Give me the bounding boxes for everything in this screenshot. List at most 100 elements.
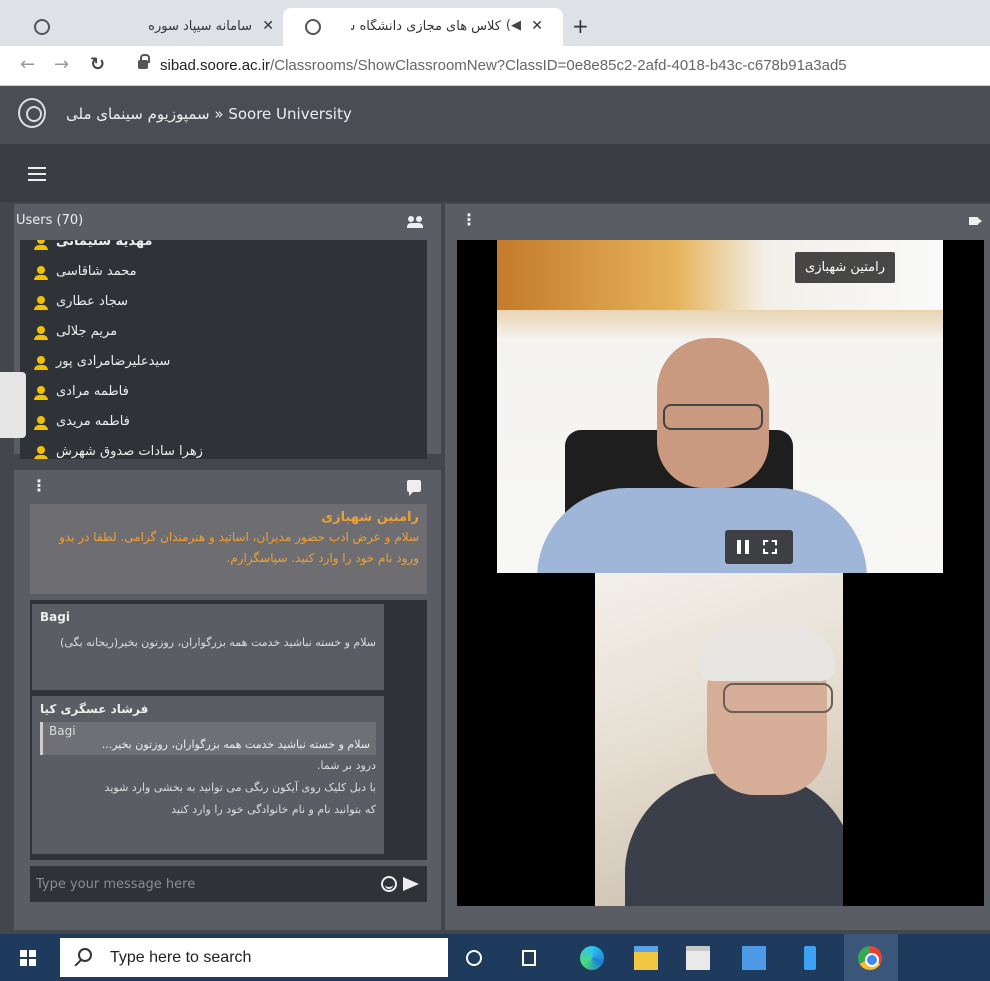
user-row[interactable]: مریم جلالی	[20, 318, 427, 348]
user-icon	[34, 356, 48, 370]
url-host: sibad.soore.ac.ir	[160, 57, 271, 74]
video-menu-icon[interactable]: ⋮	[461, 210, 477, 229]
user-icon	[34, 326, 48, 340]
reload-icon[interactable]: ↻	[90, 54, 105, 75]
chat-bubble-icon[interactable]	[407, 480, 421, 496]
participant-video[interactable]	[595, 573, 843, 906]
file-explorer-icon[interactable]	[634, 946, 658, 970]
chrome-icon[interactable]	[858, 946, 882, 970]
user-row[interactable]: مهدیه سلیمانی	[20, 240, 427, 258]
pinned-author: رامتین شهبازی	[321, 510, 419, 525]
user-icon	[34, 240, 48, 250]
mail-icon[interactable]	[742, 946, 766, 970]
edge-icon[interactable]	[580, 946, 604, 970]
users-panel: Users (70) مهدیه سلیمانی محمد شاقاسی سجا…	[14, 204, 441, 459]
chat-menu-icon[interactable]: ⋮	[31, 476, 47, 495]
pinned-announcement: رامتین شهبازی سلام و عرض ادب حضور مدیران…	[30, 504, 427, 594]
tab-sipad[interactable]: سامانه سیپاد سوره ✕	[20, 8, 282, 46]
send-icon[interactable]	[403, 877, 419, 891]
browser-tab-bar: سامانه سیپاد سوره ✕ کلاس های مجازی دانشگ…	[0, 0, 990, 46]
video-area: رامتین شهبازی	[457, 240, 984, 906]
globe-icon	[34, 19, 50, 35]
task-view-icon[interactable]	[522, 950, 536, 966]
user-row[interactable]: سیدعلیرضامرادی پور	[20, 348, 427, 378]
cortana-icon[interactable]	[466, 950, 482, 966]
video-person-glasses	[663, 404, 763, 430]
university-logo-icon	[18, 98, 46, 128]
message-author: فرشاد عسگری کیا	[40, 702, 149, 716]
video-panel: ⋮ رامتین شهبازی	[445, 204, 990, 930]
chat-message: فرشاد عسگری کیا Bagi سلام و خسته نباشید …	[32, 696, 384, 854]
close-tab-icon[interactable]: ✕	[531, 18, 543, 34]
message-line: با دبل کلیک روی آیکون رنگی می توانید به …	[104, 781, 376, 794]
emoji-icon[interactable]	[381, 876, 397, 892]
user-icon	[34, 446, 48, 459]
message-text: سلام و خسته نباشید خدمت همه بزرگواران، ر…	[60, 636, 376, 649]
windows-start-icon[interactable]	[20, 950, 36, 966]
store-icon[interactable]	[686, 946, 710, 970]
phone-icon[interactable]	[804, 946, 816, 970]
user-name: مهدیه سلیمانی	[56, 240, 153, 249]
close-tab-icon[interactable]: ✕	[262, 18, 274, 34]
presenter-video[interactable]: رامتین شهبازی	[497, 240, 943, 573]
tab-virtual-classes[interactable]: کلاس های مجازی دانشگاه سو ◀) ✕	[283, 8, 563, 46]
classroom-app: سمپوزیوم سینمای ملی » Soore University U…	[0, 86, 990, 934]
app-toolbar	[0, 144, 990, 202]
globe-icon	[305, 19, 321, 35]
taskbar-search-input[interactable]	[110, 946, 430, 970]
address-bar: ← → ↻ sibad.soore.ac.ir/Classrooms/ShowC…	[0, 46, 990, 86]
quoted-message: Bagi سلام و خسته نباشید خدمت همه بزرگوار…	[40, 722, 376, 755]
back-arrow-icon[interactable]: ←	[20, 54, 35, 75]
taskbar-search[interactable]	[60, 938, 448, 977]
chat-message: Bagi سلام و خسته نباشید خدمت همه بزرگوار…	[32, 604, 384, 690]
video-controls	[725, 530, 793, 564]
user-icon	[34, 416, 48, 430]
user-row[interactable]: سجاد عطاری	[20, 288, 427, 318]
user-name: محمد شاقاسی	[56, 264, 137, 279]
user-row[interactable]: فاطمه مریدی	[20, 408, 427, 438]
user-name: مریم جلالی	[56, 324, 118, 339]
video-person-glasses	[723, 683, 833, 713]
video-person-hair	[699, 625, 835, 681]
user-name: سجاد عطاری	[56, 294, 129, 309]
user-icon	[34, 296, 48, 310]
url-field[interactable]: sibad.soore.ac.ir/Classrooms/ShowClassro…	[160, 57, 847, 74]
tab-title: سامانه سیپاد سوره	[148, 19, 252, 34]
user-name: زهرا سادات صدوق شهرش	[56, 444, 203, 459]
url-path: /Classrooms/ShowClassroomNew?ClassID=0e8…	[270, 57, 847, 74]
users-list[interactable]: مهدیه سلیمانی محمد شاقاسی سجاد عطاری مری…	[20, 240, 427, 459]
users-group-icon[interactable]	[407, 216, 423, 228]
users-panel-header: Users (70)	[14, 204, 441, 240]
chat-message-input[interactable]	[36, 872, 356, 896]
message-author: Bagi	[40, 610, 70, 624]
chat-panel: ⋮ رامتین شهبازی سلام و عرض ادب حضور مدیر…	[14, 470, 441, 930]
chat-messages[interactable]: Bagi سلام و خسته نباشید خدمت همه بزرگوار…	[30, 600, 427, 860]
users-count-title: Users (70)	[16, 213, 84, 228]
windows-taskbar	[0, 934, 990, 981]
camera-icon[interactable]	[969, 217, 978, 225]
video-person-body	[625, 773, 843, 906]
user-name: فاطمه مریدی	[56, 414, 130, 429]
speaker-name-tag: رامتین شهبازی	[795, 252, 895, 283]
user-icon	[34, 386, 48, 400]
forward-arrow-icon[interactable]: →	[54, 54, 69, 75]
side-drawer-handle[interactable]	[0, 372, 26, 438]
new-tab-button[interactable]: +	[572, 14, 589, 38]
user-name: فاطمه مرادی	[56, 384, 129, 399]
lock-icon[interactable]	[138, 54, 150, 69]
user-name: سیدعلیرضامرادی پور	[56, 354, 171, 369]
pinned-text: سلام و عرض ادب حضور مدیران، اساتید و هنر…	[59, 530, 419, 565]
search-icon	[78, 948, 92, 962]
pause-icon[interactable]	[737, 540, 749, 554]
hamburger-menu-icon[interactable]	[28, 167, 46, 181]
user-row[interactable]: محمد شاقاسی	[20, 258, 427, 288]
chat-input-bar	[30, 866, 427, 902]
message-line: درود بر شما.	[317, 759, 376, 772]
speaker-icon[interactable]: ◀)	[506, 18, 521, 33]
tab-title: کلاس های مجازی دانشگاه سو	[351, 19, 501, 34]
fullscreen-icon[interactable]	[763, 540, 777, 554]
user-icon	[34, 266, 48, 280]
quote-author: Bagi	[49, 724, 76, 738]
user-row[interactable]: زهرا سادات صدوق شهرش	[20, 438, 427, 459]
user-row[interactable]: فاطمه مرادی	[20, 378, 427, 408]
